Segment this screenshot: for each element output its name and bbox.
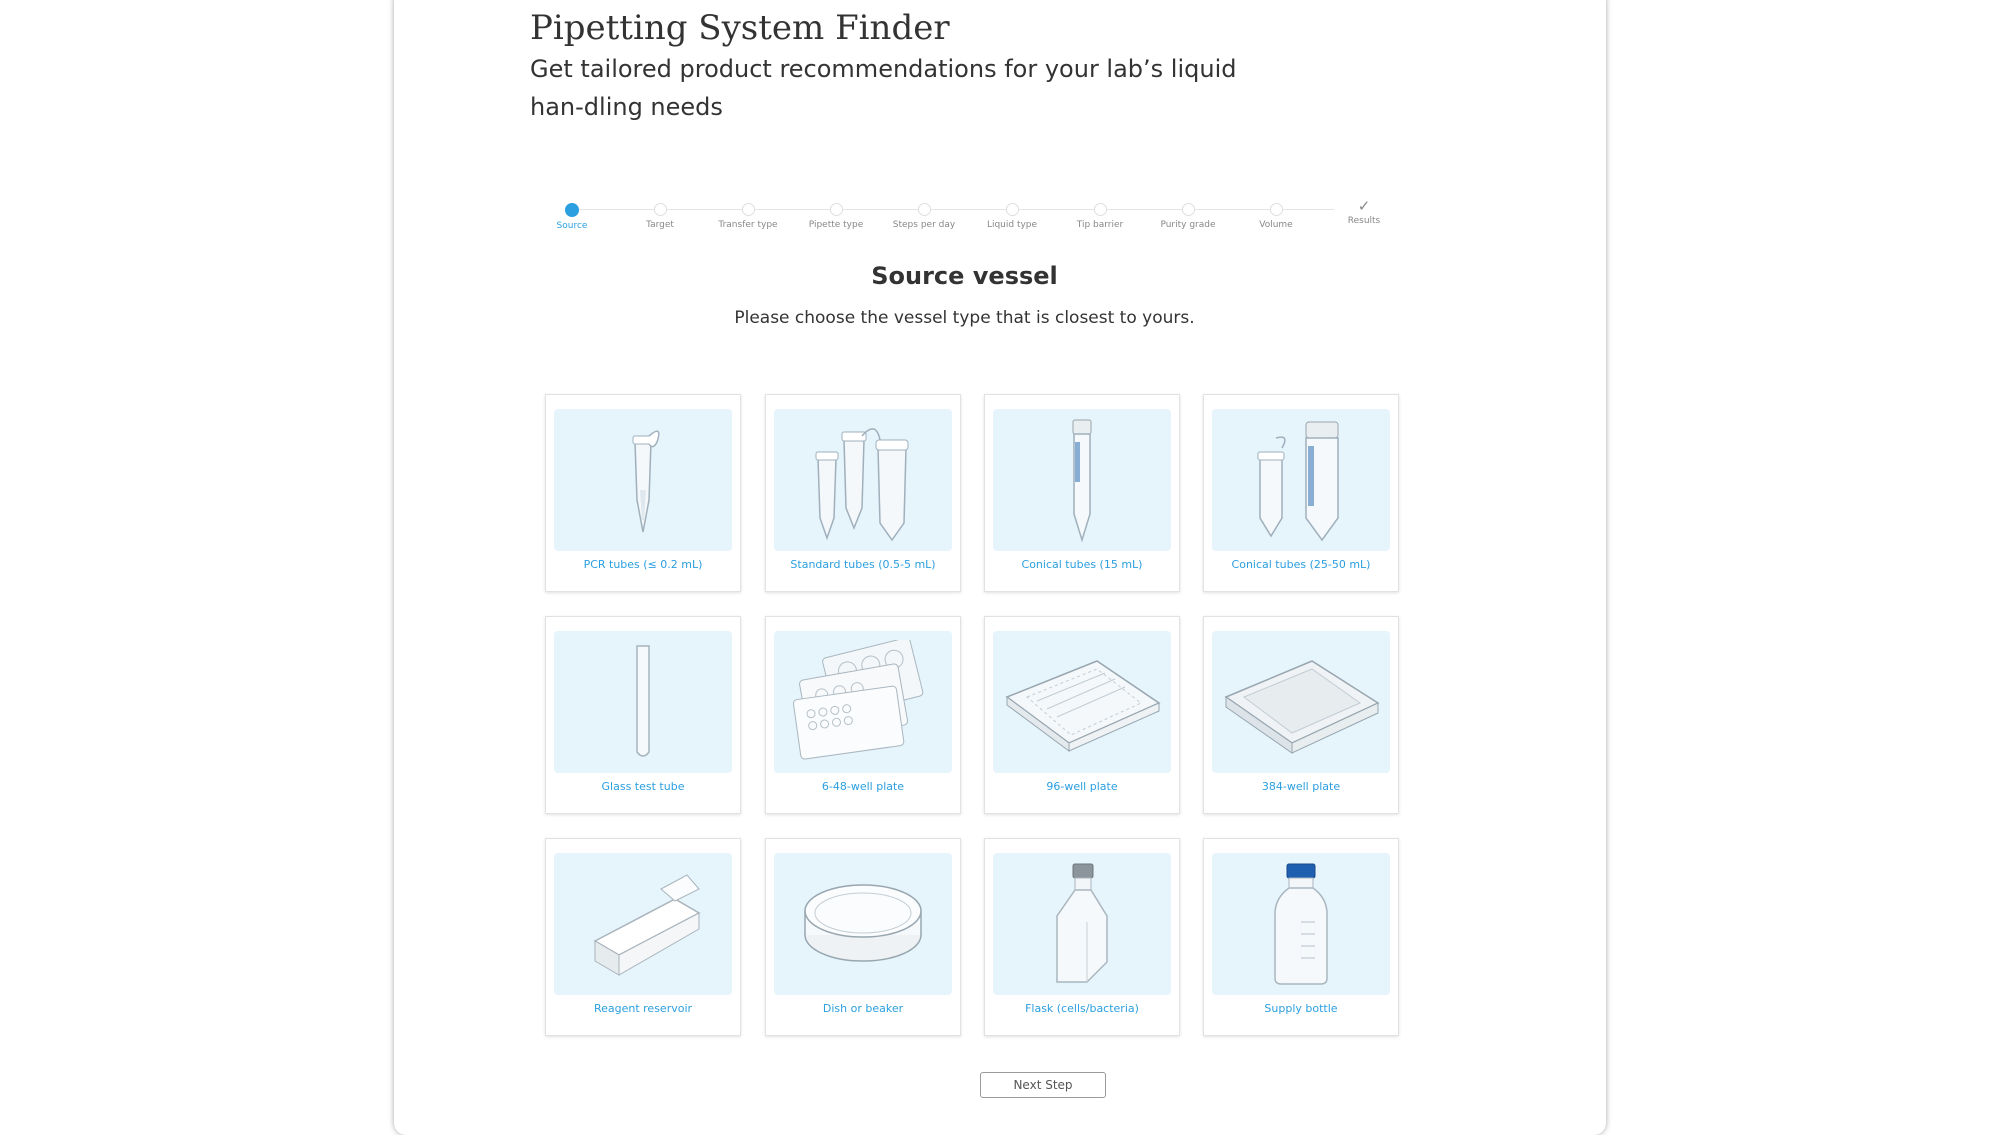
vessel-label: Glass test tube [601, 780, 685, 793]
step-dot [1093, 203, 1107, 216]
standard-tubes-icon [815, 427, 909, 541]
checkmark-icon: ✓ [1357, 197, 1371, 215]
vessel-image [993, 631, 1171, 773]
step-dot [1005, 203, 1019, 216]
step-dot [1269, 203, 1283, 216]
vessel-label: Conical tubes (15 mL) [1021, 558, 1143, 571]
vessel-card-flask[interactable]: Flask (cells/bacteria) [984, 838, 1180, 1036]
vessel-image [1212, 853, 1390, 995]
progress-stepper: Source Target Transfer type Pipette type… [528, 196, 1381, 236]
step-label: Purity grade [1160, 220, 1216, 230]
pcr-tube-icon [632, 430, 660, 533]
step-pipette-type[interactable]: Pipette type [792, 196, 880, 230]
step-purity-grade[interactable]: Purity grade [1144, 196, 1232, 230]
vessel-card-dish[interactable]: Dish or beaker [765, 838, 961, 1036]
well-plate-384-icon [1224, 660, 1380, 754]
step-label: Target [646, 220, 674, 230]
reagent-reservoir-icon [593, 874, 701, 976]
step-dot [1181, 203, 1195, 216]
vessel-label: Standard tubes (0.5-5 mL) [790, 558, 936, 571]
glass-test-tube-icon [636, 645, 650, 757]
step-steps-per-day[interactable]: Steps per day [880, 196, 968, 230]
step-transfer-type[interactable]: Transfer type [704, 196, 792, 230]
step-label: Results [1347, 216, 1381, 226]
vessel-label: Dish or beaker [822, 1002, 904, 1015]
vessel-label: Flask (cells/bacteria) [1025, 1002, 1139, 1015]
step-dot-active [565, 203, 579, 217]
vessel-image [1212, 409, 1390, 551]
vessel-card-standard-tubes[interactable]: Standard tubes (0.5-5 mL) [765, 394, 961, 592]
step-dot [829, 203, 843, 216]
step-label: Tip barrier [1076, 220, 1124, 230]
vessel-image [1212, 631, 1390, 773]
conical-tube-15-icon [1072, 419, 1092, 543]
vessel-image [554, 409, 732, 551]
section-title: Source vessel [871, 262, 1058, 290]
step-dot [741, 203, 755, 216]
vessel-label: 96-well plate [1046, 780, 1118, 793]
vessel-card-pcr-tubes[interactable]: PCR tubes (≤ 0.2 mL) [545, 394, 741, 592]
dish-icon [804, 884, 922, 962]
vessel-card-reagent-reservoir[interactable]: Reagent reservoir [545, 838, 741, 1036]
step-liquid-type[interactable]: Liquid type [968, 196, 1056, 230]
step-dot [917, 203, 931, 216]
vessel-label: 384-well plate [1261, 780, 1341, 793]
vessel-card-384-well-plate[interactable]: 384-well plate [1203, 616, 1399, 814]
vessel-image [774, 853, 952, 995]
vessel-image [554, 631, 732, 773]
step-label: Transfer type [718, 220, 778, 230]
vessel-card-conical-tubes-50[interactable]: Conical tubes (25-50 mL) [1203, 394, 1399, 592]
vessel-image [554, 853, 732, 995]
page-subtitle: Get tailored product recommendations for… [530, 55, 1237, 121]
vessel-card-supply-bottle[interactable]: Supply bottle [1203, 838, 1399, 1036]
step-label: Steps per day [892, 220, 956, 230]
vessel-card-conical-tubes-15[interactable]: Conical tubes (15 mL) [984, 394, 1180, 592]
vessel-label: Reagent reservoir [593, 1002, 693, 1015]
step-tip-barrier[interactable]: Tip barrier [1056, 196, 1144, 230]
page-title: Pipetting System Finder [530, 8, 950, 48]
vessel-image [774, 409, 952, 551]
vessel-label: Conical tubes (25-50 mL) [1231, 558, 1371, 571]
step-label: Liquid type [986, 220, 1038, 230]
vessel-card-96-well-plate[interactable]: 96-well plate [984, 616, 1180, 814]
step-label: Volume [1259, 220, 1293, 230]
step-dot [653, 203, 667, 216]
vessel-image [774, 631, 952, 773]
vessel-image [993, 409, 1171, 551]
conical-tubes-50-icon [1257, 421, 1339, 541]
well-plate-96-icon [1005, 660, 1161, 752]
supply-bottle-icon [1274, 863, 1328, 985]
step-target[interactable]: Target [616, 196, 704, 230]
vessel-card-glass-test-tube[interactable]: Glass test tube [545, 616, 741, 814]
flask-icon [1056, 863, 1108, 983]
vessel-image [993, 853, 1171, 995]
step-label: Source [556, 221, 588, 231]
step-volume[interactable]: Volume [1232, 196, 1320, 230]
next-step-button[interactable]: Next Step [980, 1072, 1106, 1098]
section-description: Please choose the vessel type that is cl… [734, 308, 1195, 328]
vessel-label: 6-48-well plate [821, 780, 905, 793]
vessel-label: Supply bottle [1264, 1002, 1338, 1015]
step-source[interactable]: Source [528, 196, 616, 231]
vessel-card-well-plates-6-48[interactable]: 6-48-well plate [765, 616, 961, 814]
well-plates-6-48-icon [792, 639, 924, 760]
step-results[interactable]: ✓ Results [1320, 196, 1408, 226]
vessel-label: PCR tubes (≤ 0.2 mL) [583, 558, 703, 571]
step-label: Pipette type [808, 220, 864, 230]
